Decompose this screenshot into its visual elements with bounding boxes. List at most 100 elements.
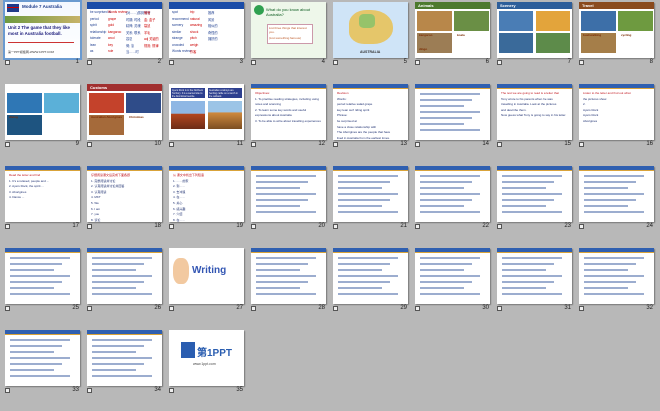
cattle-photo <box>208 101 242 129</box>
module-label: Module 7 Australia <box>22 4 62 9</box>
slide-title: Unit 2 The game that they like most in A… <box>8 25 70 36</box>
slide-number: 25 <box>72 305 79 311</box>
slide-thumbnail[interactable] <box>333 248 408 304</box>
accent-bar <box>251 252 326 253</box>
slide-thumbnail[interactable]: Writing <box>169 248 244 304</box>
slide-thumbnail[interactable]: Animals kangaroo koala dingo <box>415 2 490 58</box>
slide-number: 5 <box>403 59 407 65</box>
word-18: 拥挤的 <box>208 37 218 41</box>
slide-thumbnail[interactable] <box>497 248 572 304</box>
caption-0: diving <box>9 115 18 119</box>
text-line-4: Ayers Rock <box>583 113 599 118</box>
slide-thumbnail[interactable]: be surprised at period spirit relationship t… <box>87 2 162 58</box>
text-line-5 <box>502 205 546 207</box>
text-line-4 <box>338 199 390 201</box>
slide-slot: be surprised at period spirit relationship t… <box>84 0 167 70</box>
animation-icon <box>415 306 420 311</box>
text-line-4 <box>502 199 554 201</box>
slide-thumbnail[interactable] <box>5 248 80 304</box>
animation-icon <box>87 388 92 393</box>
slide-number: 1 <box>75 59 79 65</box>
text-line-2 <box>92 351 136 353</box>
text-line-3 <box>338 193 398 195</box>
slide-slot: Animals kangaroo koala dingo 6 <box>412 0 495 70</box>
text-line-4 <box>584 199 636 201</box>
text-line-1 <box>256 263 308 265</box>
text-line-1: 1. It's a relaxed, people and ... <box>9 178 50 183</box>
text-line-4 <box>502 281 554 283</box>
slide-thumbnail[interactable] <box>87 248 162 304</box>
animation-icon <box>5 306 10 311</box>
slide-thumbnail[interactable]: Listen to the letter and find out what th… <box>579 84 654 140</box>
slide-thumbnail[interactable]: What do you know about Australia? List th… <box>251 2 326 58</box>
word-17: 奇怪的 <box>208 30 218 35</box>
text-line-6 <box>502 293 562 295</box>
text-line-2 <box>420 187 464 189</box>
slide-thumbnail[interactable]: 第1PPT www.1ppt.com <box>169 330 244 386</box>
slide-thumbnail[interactable]: diving <box>5 84 80 140</box>
slide-thumbnail[interactable]: AUSTRALIA <box>333 2 408 58</box>
word-0: spot <box>172 10 179 14</box>
slide-slot: Ayers Rock is in the Northern Territory.… <box>166 82 249 152</box>
slide-thumbnail[interactable] <box>415 84 490 140</box>
text-line-6 <box>420 129 480 131</box>
slide-slot: 22 <box>412 164 495 234</box>
text-line-5 <box>10 287 54 289</box>
slide-thumbnail[interactable] <box>87 330 162 386</box>
slide-thumbnail[interactable]: The text we are going to read is a lette… <box>497 84 572 140</box>
slide-thumbnail[interactable]: spot recommend scenery similar strange crowde… <box>169 2 244 58</box>
slide-thumbnail[interactable] <box>579 166 654 222</box>
slide-thumbnail[interactable] <box>251 248 326 304</box>
text-line-2: travelling in Australia. Look at the pic… <box>501 102 557 107</box>
slide-thumbnail[interactable]: Travel bushwalking cycling <box>579 2 654 58</box>
slide-thumbnail[interactable]: 仔细阅读课文后完成下面各题 1. 完整阅读并讨论 2. 认真阅读并讨论并回答 3. 认… <box>87 166 162 222</box>
text-line-0 <box>584 175 644 177</box>
slide-thumbnail[interactable]: Customs Australian Aborigines Christmas <box>87 84 162 140</box>
slide-thumbnail[interactable] <box>415 166 490 222</box>
text-line-5 <box>92 287 136 289</box>
slide-thumbnail[interactable]: Revision Words: period relative salad grap… <box>333 84 408 140</box>
slide-thumbnail[interactable] <box>251 166 326 222</box>
word-7: trip <box>190 10 195 14</box>
text-line-0: Objectives: <box>255 91 270 95</box>
text-line-4 <box>420 281 472 283</box>
text-line-0 <box>256 175 316 177</box>
animation-icon <box>333 60 338 65</box>
slide-thumbnail[interactable] <box>5 330 80 386</box>
slide-number: 18 <box>154 223 161 229</box>
slide-thumbnail[interactable]: Read the letter and find 1. It's a relaxe… <box>5 166 80 222</box>
word-14: 推荐 <box>208 11 215 15</box>
slide-thumbnail[interactable] <box>415 248 490 304</box>
text-line-0 <box>420 93 480 95</box>
text-line-6 <box>92 293 152 295</box>
slide-thumbnail[interactable] <box>579 248 654 304</box>
text-line-1 <box>92 263 144 265</box>
text-line-1 <box>92 345 144 347</box>
slide-slot: 21 <box>330 164 413 234</box>
slide-number: 13 <box>400 141 407 147</box>
word-8: natural <box>190 16 200 21</box>
text-line-5 <box>420 123 464 125</box>
text-line-2: period relative salad grape <box>337 102 373 107</box>
slide-thumbnail[interactable]: Module 7 Australia Unit 2 The game that t… <box>3 0 82 60</box>
slide-thumbnail[interactable]: Ayers Rock is in the Northern Territory.… <box>169 84 244 140</box>
slide-number: 6 <box>485 59 489 65</box>
text-line-4 <box>584 281 636 283</box>
text-line-6: have a close relationship with <box>337 124 377 129</box>
word-10: kangaroo <box>108 29 122 34</box>
text-line-6: 6. 感兴趣 <box>173 206 186 211</box>
slide-thumbnail[interactable]: 从 课文中找出下列短语 1. ……的家 2. 到…… 3. 去冲浪 4. 在…… 5. 关… <box>169 166 244 222</box>
text-line-1 <box>338 181 390 183</box>
text-line-2 <box>502 269 546 271</box>
slide-thumbnail[interactable] <box>497 166 572 222</box>
text-line-1 <box>584 263 636 265</box>
text-line-6 <box>10 375 70 377</box>
text-line-2 <box>502 187 546 189</box>
word-6: Words review <box>172 49 192 53</box>
slide-thumbnail[interactable]: Objectives: 1. To practise reading strate… <box>251 84 326 140</box>
slide-thumbnail[interactable] <box>333 166 408 222</box>
animation-icon <box>251 306 256 311</box>
word-17: 关系; 联系 <box>126 30 141 35</box>
slide-thumbnail[interactable]: Scenery <box>497 2 572 58</box>
text-line-5 <box>92 369 136 371</box>
